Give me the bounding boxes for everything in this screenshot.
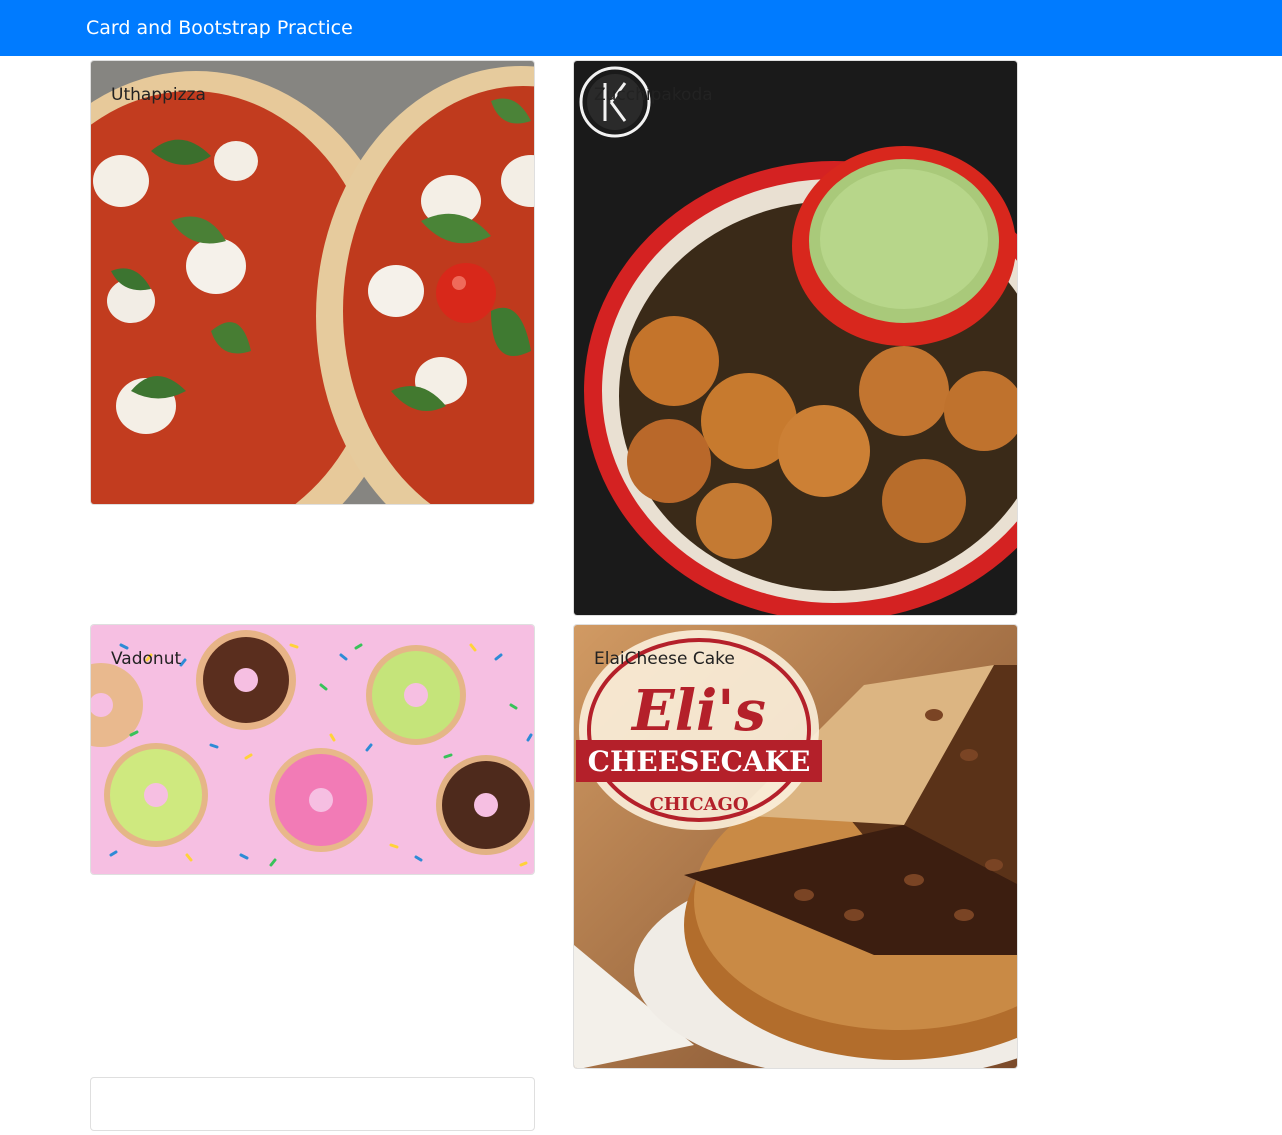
svg-text:CHICAGO: CHICAGO	[649, 794, 748, 815]
card-title: Zucchipakoda	[594, 85, 713, 105]
card-empty	[90, 1077, 535, 1131]
card-uthappizza[interactable]: Uthappizza	[90, 60, 535, 505]
card-title: ElaiCheese Cake	[594, 649, 735, 669]
pizza-image	[91, 61, 534, 504]
card-elaicheese-cake[interactable]: Eli's CHEESECAKE CHICAGO ElaiCheese Cake	[573, 624, 1018, 1069]
card-title: Vadonut	[111, 649, 182, 669]
cheesecake-image: Eli's CHEESECAKE CHICAGO	[574, 625, 1017, 1068]
svg-text:Eli's: Eli's	[630, 678, 766, 744]
svg-text:CHEESECAKE: CHEESECAKE	[588, 745, 811, 778]
card-zucchipakoda[interactable]: Zucchipakoda	[573, 60, 1018, 616]
pakoda-image	[574, 61, 1017, 615]
navbar-brand[interactable]: Card and Bootstrap Practice	[86, 16, 353, 40]
navbar: Card and Bootstrap Practice	[0, 0, 1282, 56]
card-title: Uthappizza	[111, 85, 206, 105]
card-vadonut[interactable]: Vadonut	[90, 624, 535, 875]
